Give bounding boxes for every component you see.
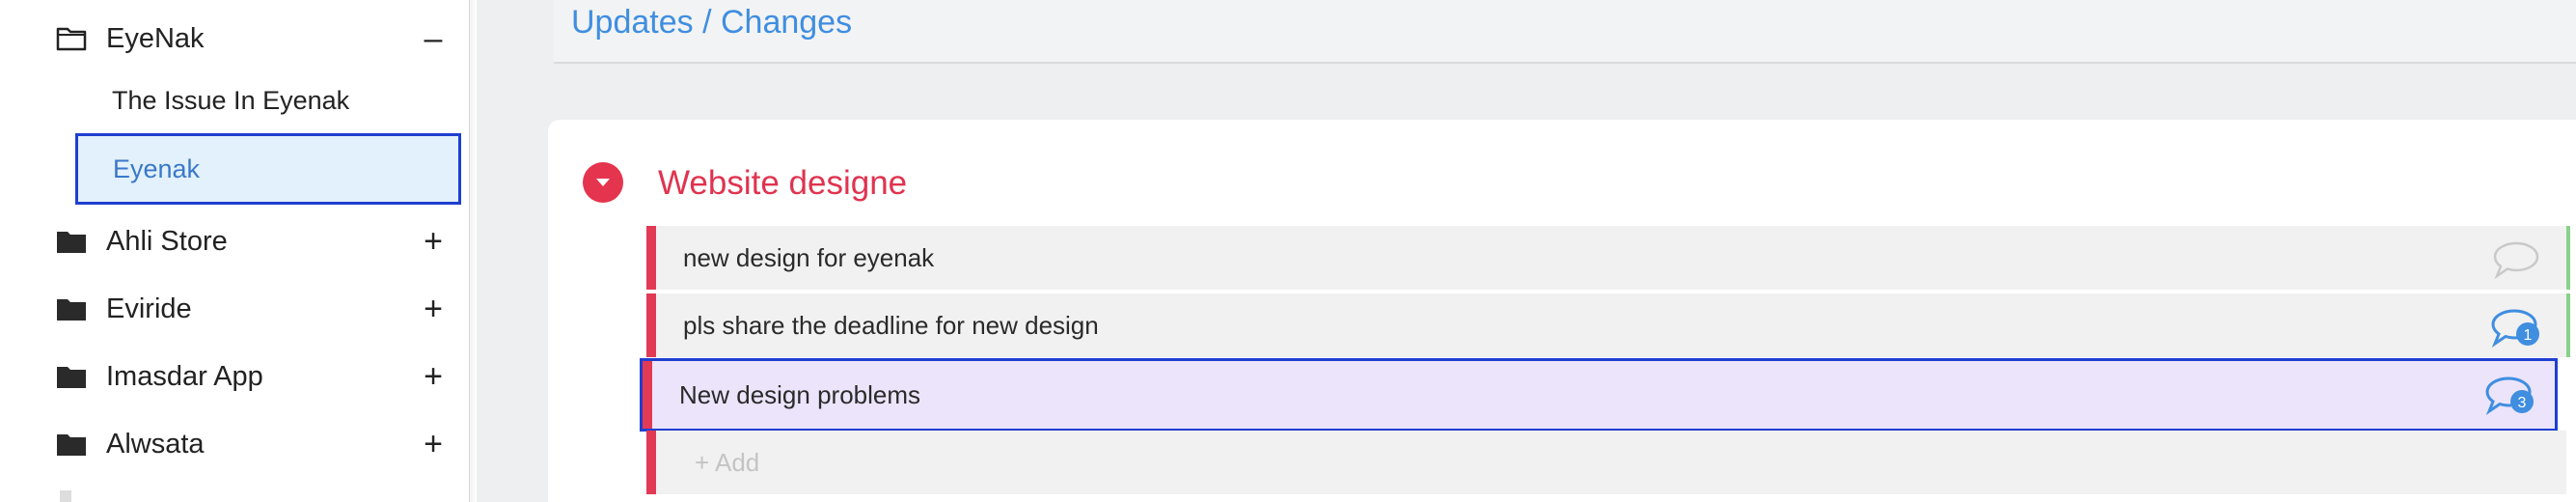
comment-icon[interactable] xyxy=(2491,239,2541,280)
group-title[interactable]: Website designe xyxy=(658,164,907,203)
group-collapse-icon[interactable] xyxy=(583,162,623,203)
sidebar-item-eyenak[interactable]: Eyenak xyxy=(75,133,461,205)
project-eviride[interactable]: Eviride + xyxy=(56,290,443,328)
task-label: New design problems xyxy=(679,379,921,409)
task-row[interactable]: new design for eyenak xyxy=(646,226,2570,290)
row-status-bar xyxy=(2566,226,2570,290)
project-name: Ahli Store xyxy=(106,225,228,257)
project-name: Alwsata xyxy=(106,428,205,460)
sidebar-item-the-issue-in-eyenak[interactable]: The Issue In Eyenak xyxy=(75,71,461,129)
task-label: new design for eyenak xyxy=(683,242,935,272)
comment-count: 1 xyxy=(2524,327,2533,344)
task-row-selected[interactable]: New design problems 3 xyxy=(640,358,2558,432)
project-eyenak[interactable]: EyeNak – xyxy=(56,19,442,58)
expand-icon[interactable]: + xyxy=(419,225,448,258)
sidebar-shadow xyxy=(469,0,477,502)
project-name: Imasdar App xyxy=(106,360,263,392)
comment-icon[interactable]: 3 xyxy=(2485,375,2535,416)
next-folder-partial xyxy=(60,490,71,502)
folder-icon xyxy=(56,363,89,390)
folder-outline-icon xyxy=(56,25,89,52)
collapse-icon[interactable]: – xyxy=(419,22,448,55)
breadcrumb[interactable]: Updates / Changes xyxy=(571,4,852,42)
project-alwsata[interactable]: Alwsata + xyxy=(56,425,443,463)
add-task-label[interactable]: + Add xyxy=(695,448,759,478)
folder-icon xyxy=(56,295,89,322)
project-name: EyeNak xyxy=(106,22,205,54)
expand-icon[interactable]: + xyxy=(419,293,448,325)
project-imasdar-app[interactable]: Imasdar App + xyxy=(56,357,443,396)
folder-icon xyxy=(56,228,89,255)
task-label: pls share the deadline for new design xyxy=(683,310,1099,340)
folder-icon xyxy=(56,431,89,458)
breadcrumb-bar: Updates / Changes xyxy=(554,0,2576,64)
project-ahli-store[interactable]: Ahli Store + xyxy=(56,222,443,261)
sidebar: EyeNak – The Issue In Eyenak Eyenak Ahli… xyxy=(0,0,470,502)
main-content: Updates / Changes Website designe new de… xyxy=(477,0,2576,502)
project-name: Eviride xyxy=(106,293,192,324)
add-task-row[interactable]: + Add xyxy=(646,431,2566,494)
sidebar-item-label: Eyenak xyxy=(113,153,201,183)
expand-icon[interactable]: + xyxy=(419,360,448,393)
comment-count: 3 xyxy=(2518,395,2527,411)
expand-icon[interactable]: + xyxy=(419,428,448,460)
sidebar-item-label: The Issue In Eyenak xyxy=(112,85,350,115)
task-row[interactable]: pls share the deadline for new design 1 xyxy=(646,293,2570,357)
comment-icon[interactable]: 1 xyxy=(2491,307,2541,349)
row-status-bar xyxy=(2566,293,2570,357)
